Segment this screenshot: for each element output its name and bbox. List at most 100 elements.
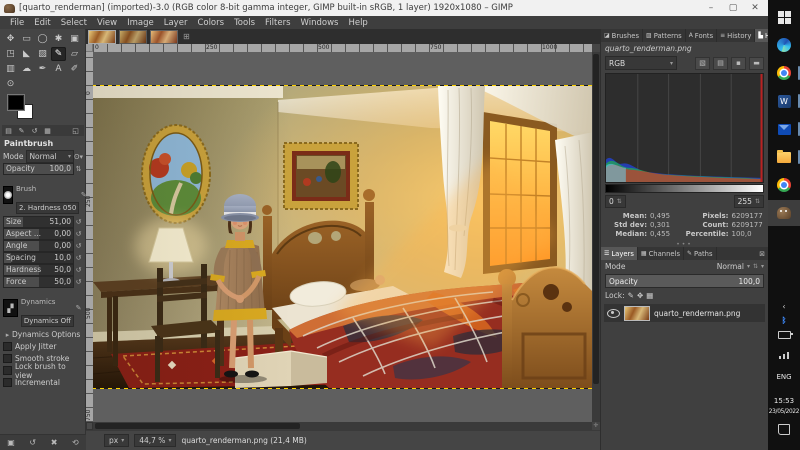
tab-menu-icon[interactable]: ⊞ <box>183 32 190 41</box>
menu-layer[interactable]: Layer <box>159 18 193 28</box>
lock-brush-checkbox-row[interactable]: Lock brush to view <box>3 365 83 376</box>
text-tool-icon[interactable]: A <box>51 62 66 76</box>
eraser-tool-icon[interactable]: ▱ <box>67 47 82 61</box>
layer-opacity-slider[interactable]: Opacity 100,0 <box>605 274 764 288</box>
hardness-reset-icon[interactable]: ↺ <box>74 266 83 274</box>
quick-mask-toggle[interactable] <box>86 422 93 430</box>
linear-histogram-button[interactable]: ▧ <box>695 57 710 70</box>
dynamics-thumbnail[interactable]: ▞ <box>3 299 18 317</box>
chevron-down-icon[interactable]: ▾ <box>761 263 764 270</box>
maximize-button[interactable]: ▢ <box>722 0 744 16</box>
edit-dynamics-icon[interactable]: ✎ <box>74 304 83 312</box>
incremental-checkbox[interactable] <box>3 378 12 387</box>
navigation-button[interactable]: ✛ <box>592 422 600 430</box>
tab-history[interactable]: ≡History <box>717 29 755 42</box>
zoom-select[interactable]: 44,7 % ▾ <box>134 434 176 447</box>
histogram-graph[interactable] <box>605 73 764 183</box>
smooth-stroke-checkbox[interactable] <box>3 354 12 363</box>
transform-tool-icon[interactable]: ◳ <box>3 47 18 61</box>
tab-layers[interactable]: ☰Layers <box>601 247 638 260</box>
horizontal-ruler[interactable]: 0 250 500 750 1000 <box>93 44 592 52</box>
paint-mode-select[interactable]: Normal ▾ <box>26 150 74 163</box>
network-tray-button[interactable] <box>768 344 800 363</box>
tool-options-tab[interactable]: ▤ <box>2 127 15 135</box>
vertical-scrollbar[interactable] <box>592 52 600 422</box>
paths-tool-icon[interactable]: ✒ <box>35 62 50 76</box>
bucket-fill-tool-icon[interactable]: ◣ <box>19 47 34 61</box>
paintbrush-tool-icon[interactable]: ✎ <box>51 47 66 61</box>
menu-view[interactable]: View <box>92 18 122 28</box>
delete-tool-preset-button[interactable]: ✖ <box>51 438 58 447</box>
notification-center-button[interactable] <box>768 420 800 439</box>
restore-tool-preset-button[interactable]: ↺ <box>29 438 36 447</box>
brush-thumbnail[interactable] <box>3 186 13 204</box>
aspect-reset-icon[interactable]: ↺ <box>74 230 83 238</box>
log-histogram-button[interactable]: ▤ <box>713 57 728 70</box>
layer-row[interactable]: quarto_renderman.png <box>604 304 765 322</box>
tab-brushes[interactable]: ◪Brushes <box>601 29 643 42</box>
chevron-down-icon[interactable]: ▾ <box>747 263 750 270</box>
close-dock-icon[interactable]: ⊠ <box>756 247 768 260</box>
brush-aspect-slider[interactable]: Aspect ... 0,00 <box>3 228 74 240</box>
language-indicator[interactable]: ENG <box>768 364 800 383</box>
apply-jitter-checkbox[interactable] <box>3 342 12 351</box>
tab-fonts[interactable]: AFonts <box>686 29 717 42</box>
menu-filters[interactable]: Filters <box>260 18 295 28</box>
images-tab[interactable]: ▦ <box>41 127 54 135</box>
brush-size-slider[interactable]: Size 51,00 <box>3 216 74 228</box>
angle-reset-icon[interactable]: ↺ <box>74 242 83 250</box>
smudge-tool-icon[interactable]: ☁ <box>19 62 34 76</box>
canvas-viewport[interactable] <box>93 52 592 422</box>
unit-select[interactable]: px ▾ <box>104 434 129 447</box>
start-button[interactable] <box>768 4 800 30</box>
dynamics-value[interactable]: Dynamics Off <box>21 315 74 327</box>
move-tool-icon[interactable]: ✥ <box>3 32 18 46</box>
menu-windows[interactable]: Windows <box>296 18 344 28</box>
menu-help[interactable]: Help <box>343 18 372 28</box>
configure-tab-menu-button[interactable]: ◱ <box>69 127 82 135</box>
brush-force-slider[interactable]: Force 50,0 <box>3 276 74 288</box>
ruler-corner-button[interactable] <box>86 44 93 52</box>
gradient-tool-icon[interactable]: ▨ <box>35 47 50 61</box>
brush-spacing-slider[interactable]: Spacing 10,0 <box>3 252 74 264</box>
image-tab-thumbnail-3[interactable] <box>150 30 178 44</box>
lock-alpha-icon[interactable]: ▦ <box>646 291 653 300</box>
reset-tool-options-button[interactable]: ⟲ <box>72 438 79 447</box>
brush-name[interactable]: 2. Hardness 050 <box>16 202 79 214</box>
tool-opacity-slider[interactable]: Opacity 100,0 <box>3 163 74 175</box>
battery-tray-button[interactable] <box>768 324 800 343</box>
image-tab-thumbnail-1[interactable] <box>88 30 116 44</box>
device-status-tab[interactable]: ✎ <box>15 127 28 135</box>
mail-taskbar-button[interactable] <box>768 116 800 142</box>
zoom-tool-icon[interactable]: ⊙ <box>3 77 18 91</box>
color-picker-tool-icon[interactable]: ✐ <box>67 62 82 76</box>
horizontal-scrollbar-thumb[interactable] <box>95 423 300 429</box>
menu-edit[interactable]: Edit <box>29 18 55 28</box>
spacing-reset-icon[interactable]: ↺ <box>74 254 83 262</box>
image-tab-thumbnail-2[interactable] <box>119 30 147 44</box>
clone-tool-icon[interactable]: ▥ <box>3 62 18 76</box>
gimp-taskbar-button[interactable] <box>768 200 800 226</box>
mode-switch-icon[interactable]: ⇅ <box>753 263 758 270</box>
size-reset-icon[interactable]: ↺ <box>74 218 83 226</box>
tab-patterns[interactable]: ▨Patterns <box>643 29 686 42</box>
word-taskbar-button[interactable]: W <box>768 88 800 114</box>
close-button[interactable]: ✕ <box>744 0 766 16</box>
menu-tools[interactable]: Tools <box>229 18 260 28</box>
lock-pixels-icon[interactable]: ✎ <box>628 291 634 300</box>
date[interactable]: 23/05/2022 <box>768 398 800 417</box>
layer-mode-value[interactable]: Normal <box>717 262 744 271</box>
brush-hardness-slider[interactable]: Hardness 50,0 <box>3 264 74 276</box>
crop-tool-icon[interactable]: ▣ <box>67 32 82 46</box>
minimize-button[interactable]: – <box>700 0 722 16</box>
layer-thumbnail[interactable] <box>624 306 650 321</box>
menu-image[interactable]: Image <box>122 18 159 28</box>
menu-file[interactable]: File <box>5 18 29 28</box>
browser-taskbar-button[interactable] <box>768 172 800 198</box>
vertical-scrollbar-thumb[interactable] <box>593 54 599 384</box>
fuzzy-select-tool-icon[interactable]: ✱ <box>51 32 66 46</box>
edge-taskbar-button[interactable] <box>768 32 800 58</box>
horizontal-scrollbar[interactable] <box>93 422 592 430</box>
file-explorer-taskbar-button[interactable] <box>768 144 800 170</box>
undo-history-tab[interactable]: ↺ <box>28 127 41 135</box>
